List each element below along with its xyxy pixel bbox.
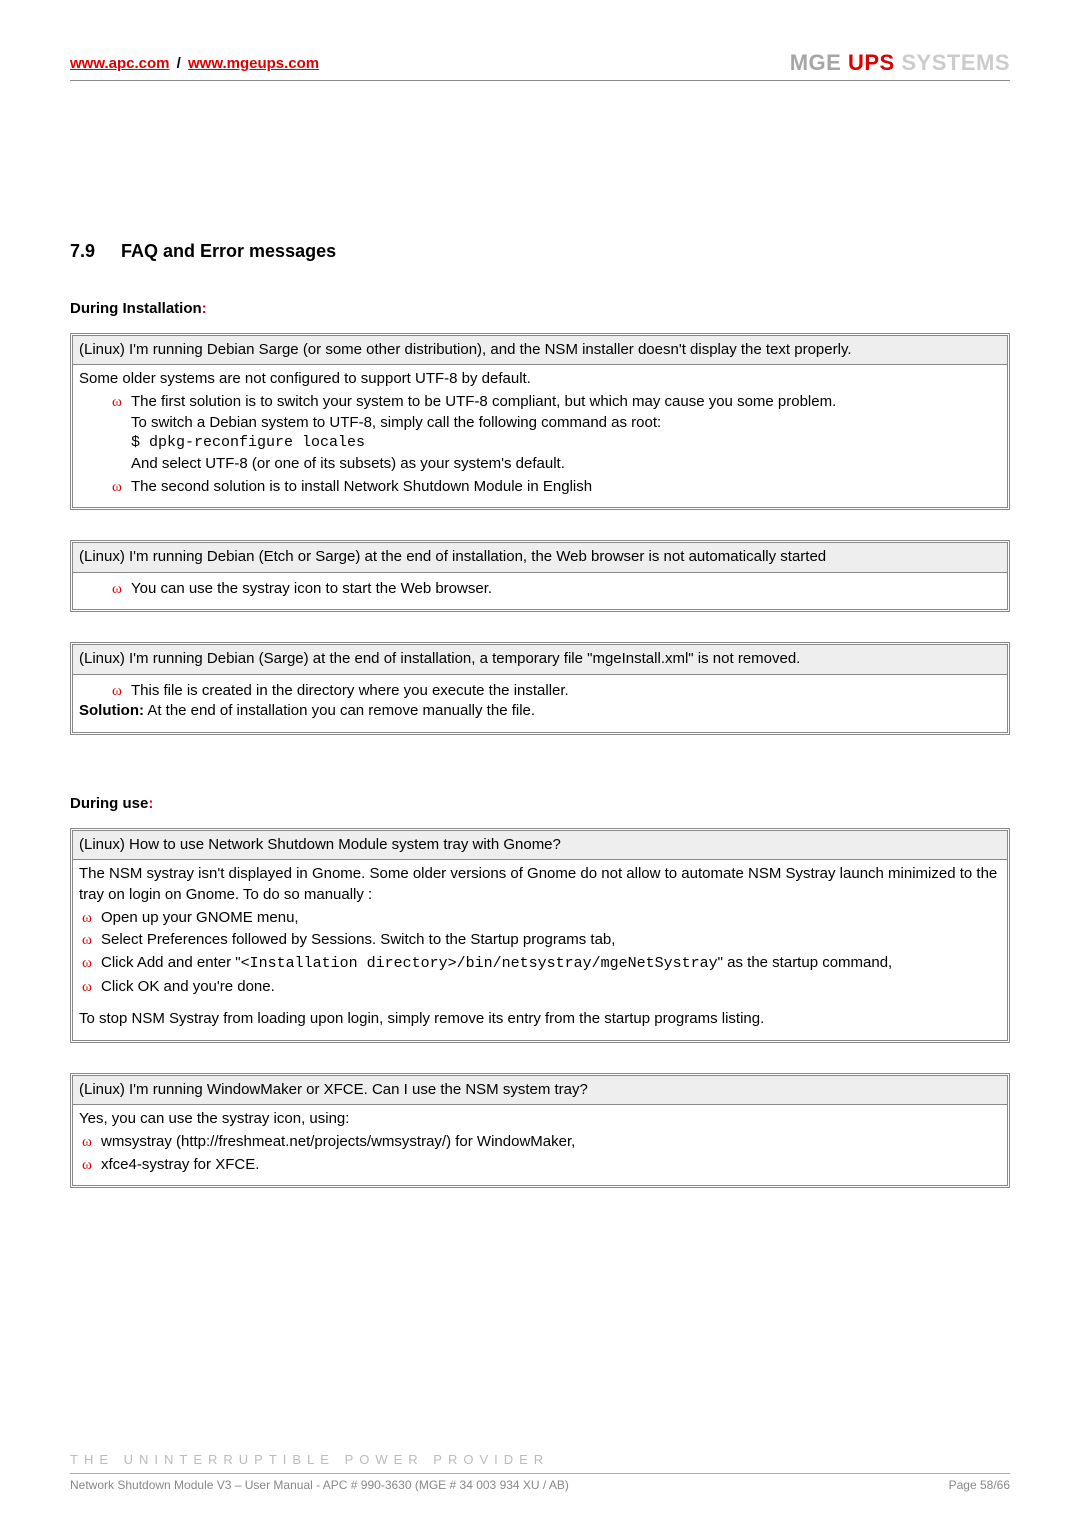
faq-box: (Linux) I'm running Debian Sarge (or som…	[70, 333, 1010, 510]
bullet-icon: ω	[79, 930, 101, 951]
list-text: xfce4-systray for XFCE.	[101, 1155, 1001, 1176]
list-item: ω You can use the systray icon to start …	[79, 579, 1001, 600]
solution-line: Solution: At the end of installation you…	[79, 701, 1001, 722]
footer-page: Page 58/66	[949, 1478, 1010, 1492]
code-inline: <Installation directory>/bin/netsystray/…	[241, 955, 718, 972]
page-footer: THE UNINTERRUPTIBLE POWER PROVIDER Netwo…	[70, 1452, 1010, 1492]
faq-question: (Linux) I'm running Debian Sarge (or som…	[73, 336, 1007, 365]
line-part: Click Add and enter "	[101, 954, 241, 971]
bullet-icon: ω	[79, 908, 101, 929]
link-separator: /	[177, 55, 181, 72]
list-item: ω Select Preferences followed by Session…	[79, 930, 1001, 951]
list-text: Select Preferences followed by Sessions.…	[101, 930, 1001, 951]
bullet-icon: ω	[109, 477, 131, 498]
colon-icon: :	[202, 300, 207, 317]
answer-intro: Yes, you can use the systray icon, using…	[79, 1109, 1001, 1130]
list-text: The second solution is to install Networ…	[131, 477, 1001, 498]
line: To switch a Debian system to UTF-8, simp…	[131, 413, 1001, 434]
list-item: ω xfce4-systray for XFCE.	[79, 1155, 1001, 1176]
bullet-icon: ω	[79, 1155, 101, 1176]
section-heading: 7.9 FAQ and Error messages	[70, 241, 1010, 262]
code-line: $ dpkg-reconfigure locales	[131, 433, 1001, 454]
bullet-icon: ω	[79, 953, 101, 974]
subhead-use: During use:	[70, 795, 1010, 812]
list-item: ω This file is created in the directory …	[79, 681, 1001, 702]
footer-docline: Network Shutdown Module V3 – User Manual…	[70, 1478, 1010, 1492]
list-item: ω wmsystray (http://freshmeat.net/projec…	[79, 1132, 1001, 1153]
brand-mge: MGE	[790, 50, 842, 75]
list-text: wmsystray (http://freshmeat.net/projects…	[101, 1132, 1001, 1153]
brand-systems: SYSTEMS	[901, 50, 1010, 75]
list-text: Open up your GNOME menu,	[101, 908, 1001, 929]
footer-docinfo: Network Shutdown Module V3 – User Manual…	[70, 1478, 569, 1492]
section-number: 7.9	[70, 241, 116, 262]
bullet-icon: ω	[79, 1132, 101, 1153]
list-item: ω The second solution is to install Netw…	[79, 477, 1001, 498]
list-item: ω The first solution is to switch your s…	[79, 392, 1001, 475]
line: The first solution is to switch your sys…	[131, 392, 1001, 413]
faq-question: (Linux) I'm running Debian (Etch or Sarg…	[73, 543, 1007, 572]
faq-answer: The NSM systray isn't displayed in Gnome…	[73, 860, 1007, 1040]
subhead-installation: During Installation:	[70, 300, 1010, 317]
line: And select UTF-8 (or one of its subsets)…	[131, 454, 1001, 475]
footer-tagline: THE UNINTERRUPTIBLE POWER PROVIDER	[70, 1452, 1010, 1474]
bullet-icon: ω	[109, 681, 131, 702]
list-item: ω Click OK and you're done.	[79, 977, 1001, 998]
page-header: www.apc.com / www.mgeups.com MGE UPS SYS…	[70, 50, 1010, 81]
list-item: ω Open up your GNOME menu,	[79, 908, 1001, 929]
list-text: You can use the systray icon to start th…	[131, 579, 1001, 600]
link-mgeups[interactable]: www.mgeups.com	[188, 55, 319, 72]
bullet-icon: ω	[109, 579, 131, 600]
faq-box: (Linux) I'm running Debian (Sarge) at th…	[70, 642, 1010, 735]
colon-icon: :	[148, 795, 153, 812]
faq-box: (Linux) How to use Network Shutdown Modu…	[70, 828, 1010, 1043]
list-text: This file is created in the directory wh…	[131, 681, 1001, 702]
solution-text: At the end of installation you can remov…	[144, 702, 535, 719]
header-links: www.apc.com / www.mgeups.com	[70, 55, 319, 72]
list-text: The first solution is to switch your sys…	[131, 392, 1001, 475]
faq-answer: Some older systems are not configured to…	[73, 365, 1007, 507]
brand-logo: MGE UPS SYSTEMS	[790, 50, 1010, 76]
answer-intro: Some older systems are not configured to…	[79, 369, 1001, 390]
faq-question: (Linux) How to use Network Shutdown Modu…	[73, 831, 1007, 860]
faq-answer: Yes, you can use the systray icon, using…	[73, 1105, 1007, 1185]
bullet-icon: ω	[109, 392, 131, 413]
faq-question: (Linux) I'm running WindowMaker or XFCE.…	[73, 1076, 1007, 1105]
brand-ups: UPS	[848, 50, 895, 75]
list-item: ω Click Add and enter "<Installation dir…	[79, 953, 1001, 975]
faq-box: (Linux) I'm running WindowMaker or XFCE.…	[70, 1073, 1010, 1188]
bullet-icon: ω	[79, 977, 101, 998]
faq-question: (Linux) I'm running Debian (Sarge) at th…	[73, 645, 1007, 674]
line-part: " as the startup command,	[718, 954, 893, 971]
faq-box: (Linux) I'm running Debian (Etch or Sarg…	[70, 540, 1010, 612]
answer-outro: To stop NSM Systray from loading upon lo…	[79, 1009, 1001, 1030]
faq-answer: ω You can use the systray icon to start …	[73, 573, 1007, 610]
subhead-text: During use	[70, 795, 148, 812]
link-apc[interactable]: www.apc.com	[70, 55, 169, 72]
solution-label: Solution:	[79, 702, 144, 719]
section-title: FAQ and Error messages	[121, 241, 336, 261]
faq-answer: ω This file is created in the directory …	[73, 675, 1007, 732]
list-text: Click OK and you're done.	[101, 977, 1001, 998]
subhead-text: During Installation	[70, 300, 202, 317]
answer-intro: The NSM systray isn't displayed in Gnome…	[79, 864, 1001, 905]
list-text: Click Add and enter "<Installation direc…	[101, 953, 1001, 975]
